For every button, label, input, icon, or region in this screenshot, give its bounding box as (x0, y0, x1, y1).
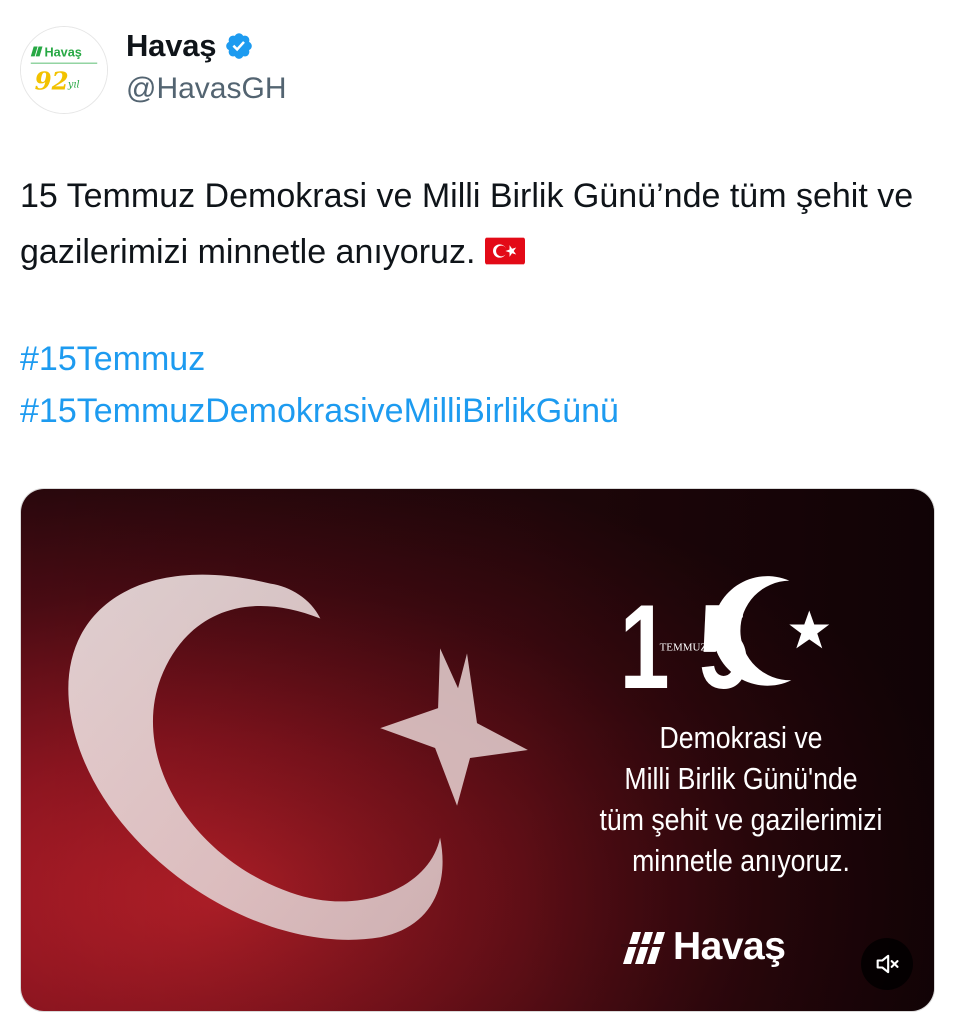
media-line: tüm şehit ve gazilerimizi (599, 802, 883, 837)
media-line: minnetle anıyoruz. (632, 843, 850, 878)
avatar-brand-text: Havaş (44, 45, 81, 59)
tweet-header: Havaş 92 yıl Havaş @HavasGH (20, 26, 920, 116)
logo-word: TEMMUZ (660, 641, 708, 653)
hashtag-link[interactable]: #15TemmuzDemokrasiveMilliBirlikGünü (20, 385, 619, 437)
avatar-anniversary-number: 92 (35, 67, 69, 96)
hashtag-list: #15Temmuz #15TemmuzDemokrasiveMilliBirli… (20, 333, 619, 437)
avatar[interactable]: Havaş 92 yıl (20, 26, 108, 114)
avatar-anniversary-suffix: yıl (67, 80, 80, 91)
media-caption: Demokrasi ve Milli Birlik Günü'nde tüm ş… (569, 717, 913, 881)
tweet-body: 15 Temmuz Demokrasi ve Milli Birlik Günü… (20, 177, 914, 271)
havas-mark-icon (621, 932, 667, 964)
havas-92-logo: Havaş 92 yıl (21, 27, 107, 113)
media-line: Milli Birlik Günü'nde (624, 761, 858, 796)
author-handle[interactable]: @HavasGH (126, 72, 287, 106)
tweet-text: 15 Temmuz Demokrasi ve Milli Birlik Günü… (20, 168, 935, 280)
brand-name: Havaş (673, 925, 786, 968)
tweet-media-video[interactable]: 1 5 TEMMUZ Demokrasi ve Milli Birlik Gün… (20, 488, 935, 1012)
display-name[interactable]: Havaş (126, 28, 217, 64)
media-line: Demokrasi ve (659, 720, 823, 755)
volume-muted-icon (876, 954, 899, 974)
author-names: Havaş @HavasGH (126, 26, 287, 106)
hashtag-link[interactable]: #15Temmuz (20, 333, 619, 385)
mute-button[interactable] (861, 938, 913, 990)
havas-brand: Havaş (621, 925, 786, 969)
turkey-flag-icon (485, 237, 526, 265)
verified-badge-icon (224, 31, 254, 61)
